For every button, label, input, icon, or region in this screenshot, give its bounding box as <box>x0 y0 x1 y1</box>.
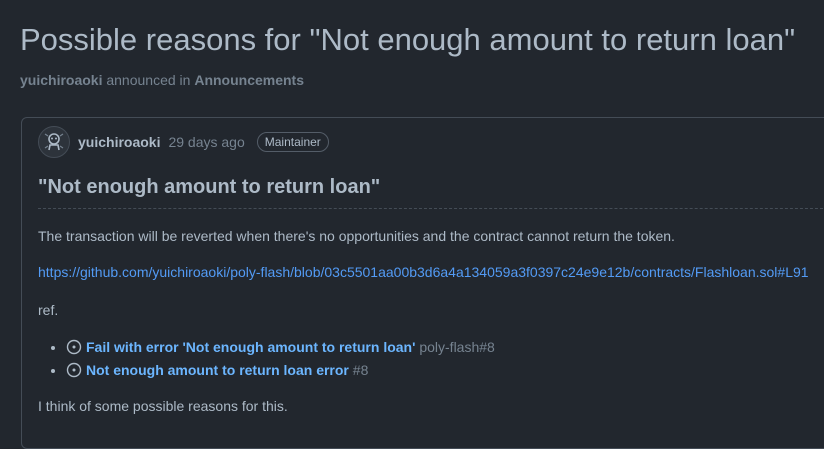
source-link[interactable]: https://github.com/yuichiroaoki/poly-fla… <box>38 264 809 280</box>
post-author-link[interactable]: yuichiroaoki <box>78 134 160 150</box>
ref-label: ref. <box>38 302 59 318</box>
source-link-paragraph: https://github.com/yuichiroaoki/poly-fla… <box>38 264 809 280</box>
category-link[interactable]: Announcements <box>194 72 304 88</box>
announced-text: announced in <box>106 72 191 88</box>
issue-ref[interactable]: poly-flash#8 <box>419 339 495 355</box>
issue-open-icon <box>66 340 82 355</box>
post-timestamp[interactable]: 29 days ago <box>168 134 244 150</box>
post-body: "Not enough amount to return loan" The t… <box>38 176 824 414</box>
discussion-post: yuichiroaoki 29 days ago Maintainer e "N… <box>21 117 824 449</box>
post-header: yuichiroaoki 29 days ago Maintainer <box>38 126 329 158</box>
list-item: Not enough amount to return loan error #… <box>51 359 495 382</box>
issue-list: Fail with error 'Not enough amount to re… <box>38 336 495 382</box>
issue-link[interactable]: Fail with error 'Not enough amount to re… <box>86 339 415 355</box>
maintainer-badge: Maintainer <box>256 132 329 152</box>
list-item: Fail with error 'Not enough amount to re… <box>51 336 495 359</box>
issue-ref[interactable]: #8 <box>353 362 369 378</box>
issue-link[interactable]: Not enough amount to return loan error <box>86 362 349 378</box>
post-heading: "Not enough amount to return loan" <box>38 176 824 209</box>
announcement-subline: yuichiroaoki announced in Announcements <box>20 72 304 88</box>
avatar-icon <box>44 133 64 151</box>
post-paragraph-last: I think of some possible reasons for thi… <box>38 398 288 414</box>
page-title: Possible reasons for "Not enough amount … <box>20 22 796 57</box>
post-paragraph: The transaction will be reverted when th… <box>38 228 675 244</box>
issue-open-icon <box>66 363 82 378</box>
avatar[interactable] <box>38 126 70 158</box>
page-author-link[interactable]: yuichiroaoki <box>20 72 102 88</box>
